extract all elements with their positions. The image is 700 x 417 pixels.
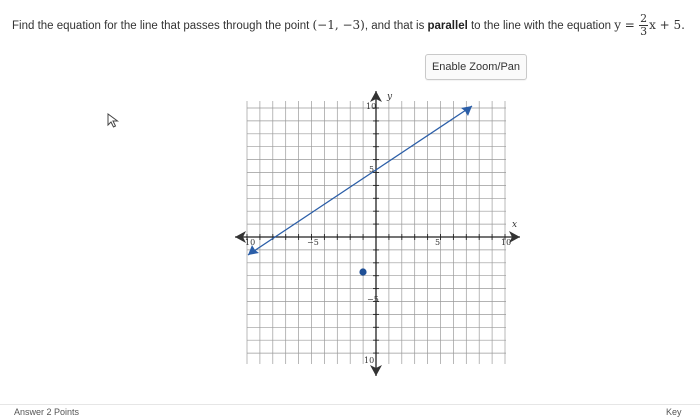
- equation-rhs: x + 5.: [649, 18, 685, 32]
- tick-label-x-neg10: 10: [245, 238, 255, 247]
- tick-label-x-10: 10: [501, 238, 511, 247]
- slope-denominator: 3: [640, 25, 648, 39]
- enable-zoom-pan-button[interactable]: Enable Zoom/Pan: [425, 54, 527, 80]
- footer-right-text: Key: [666, 407, 682, 417]
- footer-left-text: Answer 2 Points: [14, 407, 80, 417]
- footer-divider: [0, 404, 700, 405]
- y-axis-label: y: [386, 92, 393, 102]
- tick-label-y-5: 5: [369, 165, 374, 174]
- tick-label-x-5: 5: [435, 238, 440, 247]
- tick-label-y-10: 10: [366, 102, 376, 111]
- plotted-point[interactable]: [359, 268, 367, 276]
- tick-label-y-neg10: 10: [364, 356, 374, 365]
- mouse-cursor-icon: [107, 113, 120, 128]
- question-bold-word: parallel: [427, 20, 468, 32]
- tick-label-x-neg5: −5: [307, 238, 319, 247]
- given-line: [247, 105, 473, 256]
- question-text: Find the equation for the line that pass…: [12, 10, 692, 40]
- question-middle: , and that is: [364, 20, 428, 32]
- x-axis-label: x: [512, 220, 517, 230]
- question-after-bold: to the line with the equation: [467, 20, 615, 32]
- question-prefix: Find the equation for the line that pass…: [12, 20, 313, 32]
- equation-lhs: y =: [614, 18, 635, 32]
- slope-fraction: 23: [639, 13, 649, 39]
- question-point: (−1, −3): [312, 18, 365, 32]
- coordinate-graph[interactable]: x y 10 −5 5 10 10 5 −5 10: [233, 86, 523, 381]
- tick-label-y-neg5: −5: [367, 295, 379, 304]
